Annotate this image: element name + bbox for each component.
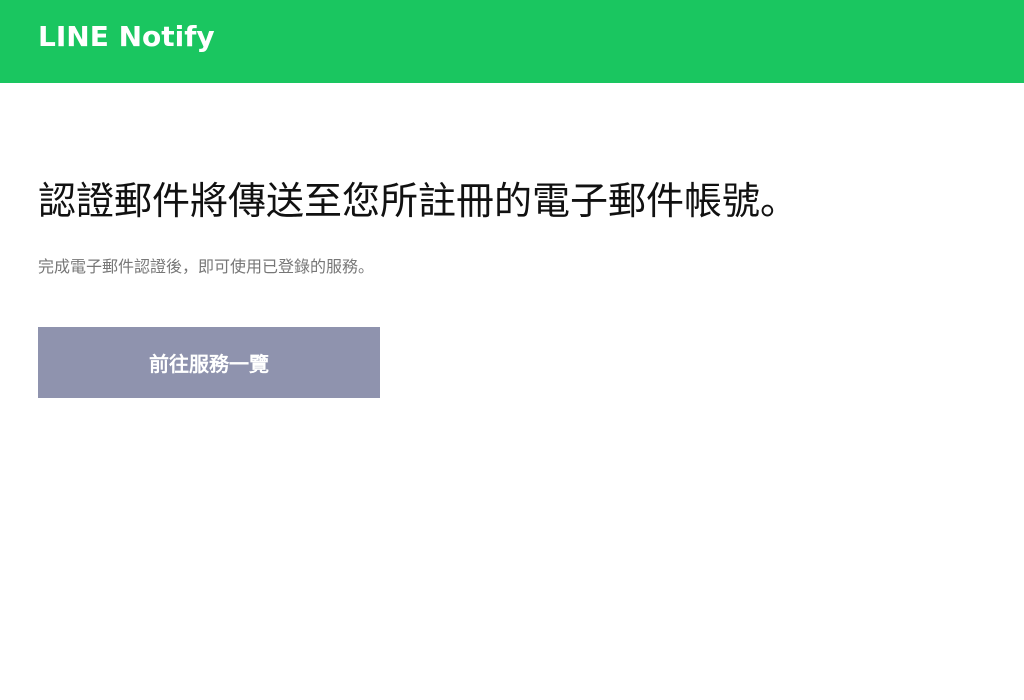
page-title: 認證郵件將傳送至您所註冊的電子郵件帳號。 [38, 179, 799, 223]
top-header-bar: LINE Notify [0, 0, 1024, 83]
go-to-service-list-button[interactable]: 前往服務一覽 [38, 327, 380, 398]
description-text: 完成電子郵件認證後，即可使用已登錄的服務。 [38, 257, 375, 276]
line-notify-logo[interactable]: LINE Notify [38, 19, 215, 55]
